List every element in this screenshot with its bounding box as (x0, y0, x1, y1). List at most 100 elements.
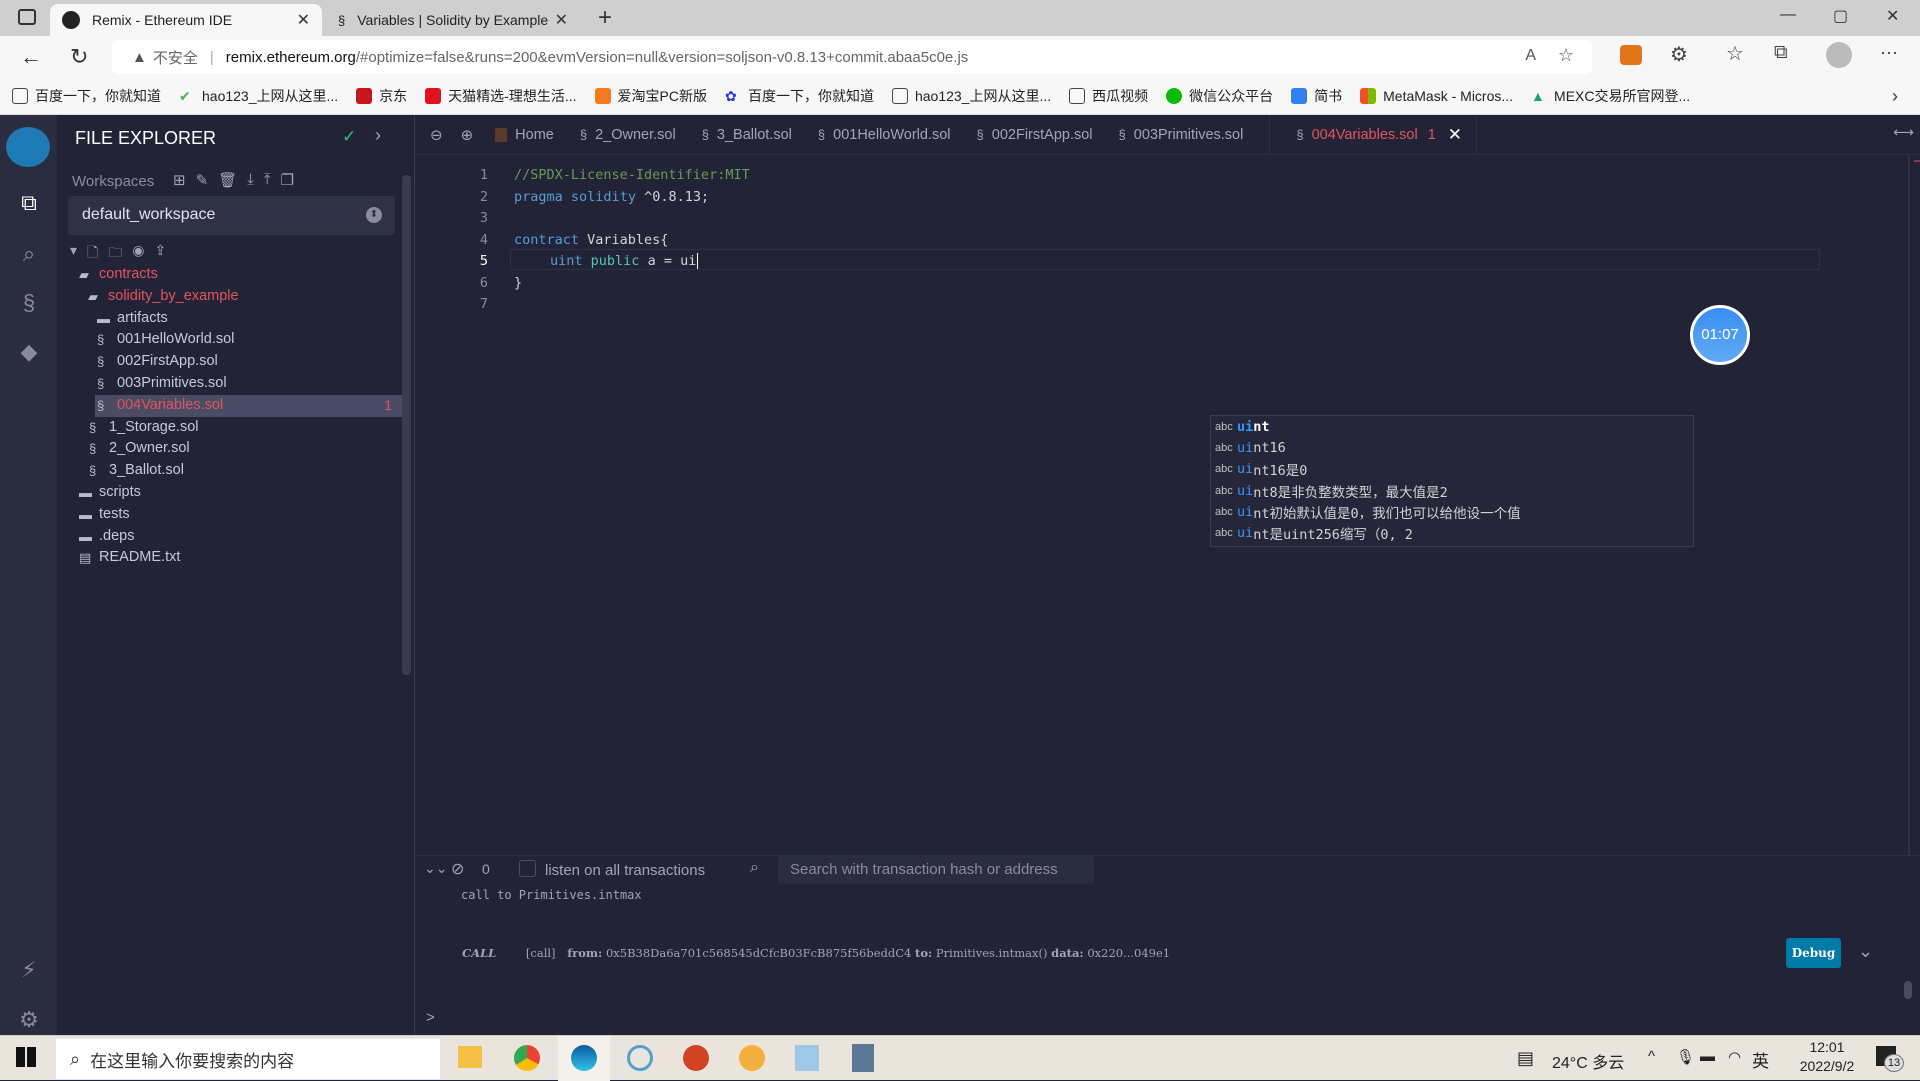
bookmark-item[interactable]: 微信公众平台 (1166, 86, 1273, 106)
file-tree-item[interactable]: § 3_Ballot.sol (57, 460, 402, 482)
explorer-scrollbar[interactable] (402, 175, 411, 675)
extensions-icon[interactable]: ⚙ (1670, 42, 1688, 67)
workspace-select[interactable]: default_workspace ⬍ (68, 196, 395, 235)
file-tree-item[interactable]: ▬ tests (57, 504, 402, 526)
edge-app-icon[interactable] (571, 1045, 597, 1071)
battery-icon[interactable]: ▬ (1700, 1048, 1715, 1065)
new-file-icon[interactable]: 🗋 (87, 242, 98, 266)
bookmark-item[interactable]: 简书 (1291, 86, 1342, 106)
editor-tab[interactable]: § 003Primitives.sol (1119, 114, 1271, 155)
more-menu-button[interactable]: ··· (1880, 42, 1898, 63)
bookmarks-overflow-icon[interactable]: › (1892, 86, 1898, 107)
suggestion-item[interactable]: abc ui nt是uint256缩写（0, 2 (1211, 522, 1693, 543)
close-window-button[interactable]: ✕ (1886, 6, 1899, 26)
new-tab-button[interactable]: + (598, 4, 612, 32)
remix-logo-icon[interactable] (6, 127, 50, 167)
bookmark-item[interactable]: MetaMask - Micros... (1360, 88, 1513, 104)
file-tree-item[interactable]: ▬ scripts (57, 482, 402, 504)
delete-workspace-icon[interactable]: 🗑 (218, 171, 237, 189)
tab-actions-icon[interactable] (18, 9, 36, 25)
collections-icon[interactable]: ⧉ (1774, 42, 1788, 64)
close-tab-icon[interactable]: ✕ (297, 10, 310, 30)
file-tree-item[interactable]: ▰ contracts (57, 264, 402, 286)
add-favorite-icon[interactable]: ☆ (1558, 45, 1574, 66)
minimize-button[interactable]: — (1780, 6, 1796, 24)
bookmark-item[interactable]: 爱淘宝PC新版 (594, 86, 707, 106)
file-tree-item[interactable]: § 2_Owner.sol (57, 438, 402, 460)
bookmark-item[interactable]: hao123_上网从这里... (891, 86, 1051, 106)
browser-tab-variables[interactable]: § Variables | Solidity by Example | ( ✕ (326, 4, 580, 36)
read-aloud-icon[interactable]: A (1525, 47, 1536, 65)
rename-workspace-icon[interactable]: ✎ (196, 171, 209, 189)
security-label[interactable]: 不安全 (153, 47, 198, 68)
file-tree-item[interactable]: § 001HelloWorld.sol (57, 329, 402, 351)
minimap[interactable] (1914, 160, 1920, 168)
metamask-extension-icon[interactable] (1620, 45, 1642, 65)
file-tree-item[interactable]: ▬ artifacts (57, 308, 402, 330)
notepad-app-icon[interactable] (795, 1045, 819, 1071)
suggestion-item[interactable]: abc ui nt16是0 (1211, 459, 1693, 480)
clock-date[interactable]: 2022/9/2 (1787, 1058, 1867, 1074)
terminal-prompt[interactable]: > (426, 1009, 435, 1026)
github-icon[interactable]: ◉ (132, 242, 144, 266)
windows-start-icon[interactable] (16, 1047, 36, 1067)
news-widget-icon[interactable]: ▤ (1517, 1048, 1534, 1069)
zoom-in-icon[interactable]: ⊕ (461, 126, 474, 144)
profile-avatar[interactable] (1826, 42, 1852, 68)
bookmark-item[interactable]: 京东 (356, 86, 407, 106)
create-workspace-icon[interactable]: ⊞ (173, 171, 186, 189)
powerpoint-app-icon[interactable] (683, 1045, 709, 1071)
expand-log-icon[interactable]: ⌄ (1858, 941, 1873, 962)
settings-icon[interactable]: ⚙ (14, 1005, 44, 1035)
clear-console-icon[interactable]: ⊘ (451, 859, 464, 879)
search-icon[interactable]: ⌕ (14, 239, 44, 269)
bookmark-item[interactable]: 西瓜视频 (1069, 86, 1148, 106)
upload-icon[interactable]: ⇪ (155, 242, 167, 266)
back-icon[interactable]: ← (20, 44, 42, 70)
calculator-app-icon[interactable] (852, 1044, 874, 1072)
bookmark-item[interactable]: ✔ hao123_上网从这里... (179, 86, 338, 106)
wifi-icon[interactable]: ◠ (1728, 1048, 1741, 1066)
editor-tab[interactable]: § 3_Ballot.sol (702, 127, 792, 143)
close-tab-icon[interactable]: ✕ (555, 10, 568, 30)
file-explorer-app-icon[interactable] (458, 1046, 482, 1068)
file-tree-item[interactable]: ▤ README.txt (57, 547, 402, 569)
suggestion-item[interactable]: abc ui nt (1211, 416, 1693, 437)
bookmark-item[interactable]: ▲ MEXC交易所官网登... (1531, 86, 1690, 106)
address-bar[interactable]: ▲ 不安全 | remix.ethereum.org /#optimize=fa… (112, 40, 1592, 74)
bookmark-item[interactable]: 天猫精选-理想生活... (425, 86, 577, 106)
tray-overflow-icon[interactable]: ^ (1648, 1048, 1655, 1065)
editor-tab-active[interactable]: § 004Variables.sol 1 ✕ (1296, 114, 1478, 155)
recording-timer[interactable]: 01:07 (1690, 305, 1750, 365)
collapse-caret-icon[interactable]: ▾ (70, 242, 77, 266)
microphone-icon[interactable]: 🎙 (1676, 1048, 1695, 1066)
suggestion-item[interactable]: abc ui nt8是非负整数类型，最大值是2 (1211, 480, 1693, 501)
plugin-manager-icon[interactable]: ⚡ (14, 955, 44, 985)
bookmark-item[interactable]: 百度一下，你就知道 (12, 86, 161, 106)
debug-button[interactable]: Debug (1786, 938, 1841, 968)
browser-tab-remix[interactable]: Remix - Ethereum IDE ✕ (50, 4, 322, 36)
maximize-button[interactable]: ▢ (1833, 6, 1848, 26)
minimize-terminal-icon[interactable]: ⌄⌄ (424, 860, 447, 877)
suggestion-item[interactable]: abc ui nt初始默认值是0，我们也可以给他设一个值 (1211, 501, 1693, 522)
app-icon[interactable] (627, 1045, 653, 1071)
file-tree-item[interactable]: § 002FirstApp.sol (57, 351, 402, 373)
call-log-entry[interactable]: CALL [call] from: 0x5B38Da6a701c568545dC… (462, 946, 1170, 960)
clock-time[interactable]: 12:01 (1797, 1039, 1857, 1055)
bookmark-item[interactable]: ✿ 百度一下，你就知道 (725, 86, 874, 106)
editor-tab[interactable]: § 002FirstApp.sol (977, 127, 1093, 143)
expand-width-icon[interactable]: ⟷ (1893, 125, 1914, 141)
editor-tab[interactable]: § 2_Owner.sol (580, 127, 676, 143)
editor-tab-home[interactable]: Home (495, 127, 554, 143)
zoom-out-icon[interactable]: ⊖ (430, 126, 443, 144)
new-folder-icon[interactable]: 🗀 (108, 242, 122, 266)
code-editor[interactable]: //SPDX-License-Identifier:MIT pragma sol… (510, 155, 1920, 855)
download-workspace-icon[interactable]: ⤓ (247, 171, 254, 189)
weather-label[interactable]: 24°C 多云 (1552, 1049, 1624, 1073)
listen-checkbox[interactable] (519, 860, 536, 877)
file-tree-item[interactable]: ▰ solidity_by_example (57, 286, 402, 308)
ime-indicator[interactable]: 英 (1752, 1047, 1769, 1072)
taskbar-search-box[interactable]: ⌕ 在这里输入你要搜索的内容 (56, 1039, 440, 1079)
reload-icon[interactable]: ↻ (70, 44, 88, 70)
editor-tab[interactable]: § 001HelloWorld.sol (818, 127, 951, 143)
